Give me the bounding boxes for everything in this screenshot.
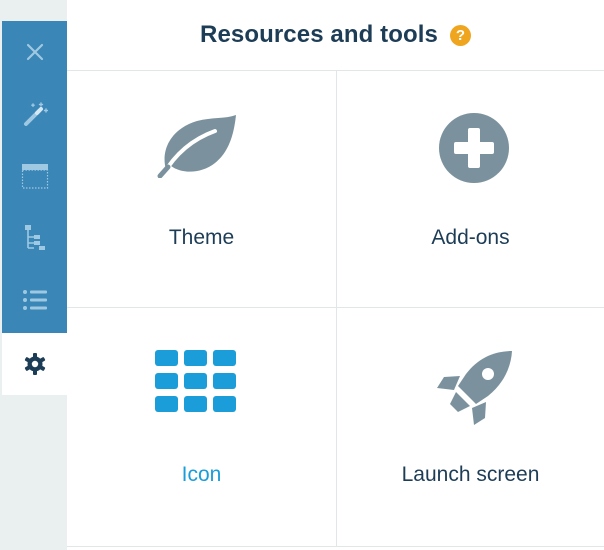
app-grid-icon (155, 350, 236, 412)
grid-divider-bottom (67, 546, 604, 547)
help-icon[interactable]: ? (449, 24, 471, 46)
list-icon (22, 290, 47, 310)
layout-icon (21, 164, 48, 189)
tool-launch-screen[interactable]: Launch screen (337, 308, 604, 546)
tree-structure-icon (24, 225, 45, 250)
tool-label: Add-ons (431, 226, 510, 249)
tool-label: Icon (181, 463, 222, 486)
sidebar-structure-button[interactable] (2, 207, 67, 269)
tool-label: Launch screen (401, 463, 540, 486)
tool-theme[interactable]: Theme (67, 70, 336, 307)
magic-wand-icon (23, 102, 48, 126)
sidebar-layout-button[interactable] (2, 145, 67, 207)
sidebar-close-button[interactable] (2, 21, 67, 83)
gear-icon (24, 353, 45, 375)
panel-header: Resources and tools ? (67, 0, 604, 71)
rocket-icon (437, 351, 512, 425)
page-title: Resources and tools (200, 21, 438, 48)
sidebar (2, 21, 67, 395)
close-icon (26, 43, 43, 61)
tool-icon[interactable]: Icon (67, 308, 336, 546)
plus-circle-icon (439, 113, 509, 183)
sidebar-settings-button[interactable] (2, 333, 67, 395)
tool-label: Theme (168, 226, 235, 249)
tool-add-ons[interactable]: Add-ons (337, 70, 604, 307)
tools-grid: Theme Add-ons Icon Launch screen (67, 70, 604, 548)
sidebar-magic-button[interactable] (2, 83, 67, 145)
tools-panel: Resources and tools ? Theme Add-ons Icon… (67, 0, 604, 550)
leaf-icon (157, 115, 236, 178)
sidebar-list-button[interactable] (2, 269, 67, 331)
